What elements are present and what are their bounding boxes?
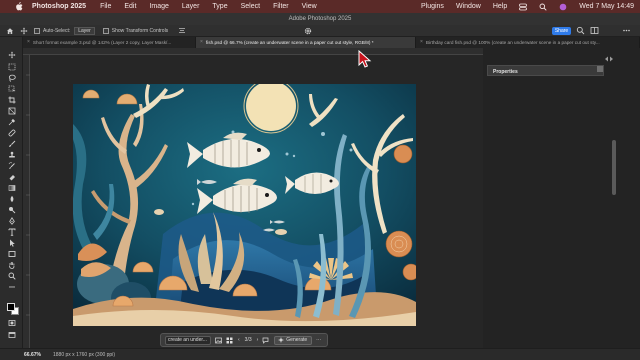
move-tool-icon[interactable]	[20, 27, 28, 35]
status-bar: 66.67% 1880 px x 1760 px (300 ppi)	[0, 348, 640, 360]
align-icon[interactable]	[178, 27, 186, 35]
screen-mode-icon[interactable]	[8, 331, 16, 339]
brush-tool-icon[interactable]	[8, 140, 16, 148]
generate-button[interactable]: Generate	[274, 335, 313, 345]
foreground-color-swatch[interactable]	[7, 303, 15, 311]
pen-tool-icon[interactable]	[8, 217, 16, 225]
menu-image[interactable]: Image	[149, 3, 168, 10]
sparkle-icon	[278, 337, 285, 343]
search-icon[interactable]	[539, 3, 547, 11]
auto-select-dropdown[interactable]: Layer	[74, 26, 95, 35]
mouse-cursor-icon	[358, 50, 372, 68]
right-panel-dock: Properties	[483, 48, 640, 348]
contextual-task-bar: create an under... ‹ 3/3 › Generate ···	[160, 333, 328, 347]
auto-select-label: Auto-Select:	[43, 27, 71, 34]
home-icon[interactable]	[6, 27, 14, 35]
document-info[interactable]: 1880 px x 1760 px (300 ppi)	[53, 352, 115, 358]
auto-select-checkbox[interactable]	[34, 27, 40, 34]
type-tool-icon[interactable]	[8, 228, 16, 236]
variation-counter: 3/3	[244, 337, 252, 343]
healing-brush-tool-icon[interactable]	[8, 129, 16, 137]
search-panel-icon[interactable]	[576, 26, 585, 35]
transform-controls-checkbox[interactable]	[102, 27, 109, 34]
generate-prompt-input[interactable]: create an under...	[165, 335, 211, 345]
close-icon[interactable]: ×	[420, 37, 423, 48]
lasso-tool-icon[interactable]	[8, 74, 16, 82]
menu-view[interactable]: View	[302, 3, 317, 10]
siri-icon[interactable]	[559, 3, 567, 11]
tab-label: Birthday card fish.psd @ 100% (create an…	[425, 40, 600, 45]
window-title: Adobe Photoshop 2025	[0, 13, 640, 25]
tab-label: fish.psd @ 66.7% (create an underwater s…	[205, 40, 374, 45]
menu-window[interactable]: Window	[456, 3, 481, 10]
variations-icon[interactable]	[226, 337, 233, 344]
hand-tool-icon[interactable]	[8, 261, 16, 269]
rectangle-tool-icon[interactable]	[8, 250, 16, 258]
frame-tool-icon[interactable]	[8, 107, 16, 115]
document-canvas-image[interactable]	[73, 84, 416, 326]
dodge-tool-icon[interactable]	[8, 206, 16, 214]
eyedropper-tool-icon[interactable]	[8, 118, 16, 126]
quick-mask-icon[interactable]	[8, 319, 16, 327]
menu-filter[interactable]: Filter	[273, 3, 289, 10]
horizontal-ruler	[23, 48, 483, 61]
macos-menu-bar: Photoshop 2025 File Edit Image Layer Typ…	[0, 0, 640, 13]
close-icon[interactable]: ×	[27, 37, 30, 48]
generate-label: Generate	[286, 336, 308, 343]
app-menu[interactable]: Photoshop 2025	[32, 3, 86, 10]
history-brush-tool-icon[interactable]	[8, 162, 16, 170]
panel-menu-icon[interactable]	[596, 65, 604, 73]
previous-variation-icon[interactable]: ‹	[238, 337, 240, 343]
zoom-level[interactable]: 66.67%	[24, 352, 41, 358]
menu-select[interactable]: Select	[241, 3, 260, 10]
menu-plugins[interactable]: Plugins	[421, 3, 444, 10]
gear-icon[interactable]	[304, 27, 312, 35]
image-reference-icon[interactable]	[215, 337, 222, 344]
tab-short-format-example[interactable]: × Short format example 3.psd @ 142% (Lay…	[23, 37, 196, 48]
more-options-icon[interactable]: ···	[316, 337, 321, 343]
path-selection-tool-icon[interactable]	[8, 239, 16, 247]
move-tool-icon[interactable]	[8, 51, 16, 59]
next-variation-icon[interactable]: ›	[257, 337, 259, 343]
tab-birthday-card-fish[interactable]: × Birthday card fish.psd @ 100% (create …	[416, 37, 640, 48]
more-options-icon[interactable]	[622, 26, 631, 35]
clone-stamp-tool-icon[interactable]	[8, 151, 16, 159]
menu-edit[interactable]: Edit	[124, 3, 136, 10]
photoshop-screen: Photoshop 2025 File Edit Image Layer Typ…	[0, 0, 640, 360]
crop-tool-icon[interactable]	[8, 96, 16, 104]
feedback-icon[interactable]	[262, 337, 269, 344]
tab-fish[interactable]: × fish.psd @ 66.7% (create an underwater…	[196, 37, 416, 48]
properties-panel-tab[interactable]: Properties	[487, 65, 604, 76]
menu-help[interactable]: Help	[493, 3, 507, 10]
more-tools-icon[interactable]	[8, 283, 16, 291]
blur-tool-icon[interactable]	[8, 195, 16, 203]
clock[interactable]: Wed 7 May 14:49	[579, 3, 634, 10]
workspace-icon[interactable]	[590, 26, 599, 35]
tab-label: Short format example 3.psd @ 142% (Layer…	[32, 40, 172, 45]
zoom-tool-icon[interactable]	[8, 272, 16, 280]
share-button[interactable]: Share	[552, 27, 571, 35]
object-selection-tool-icon[interactable]	[8, 85, 16, 93]
panel-controls	[603, 50, 633, 62]
apple-icon[interactable]	[14, 2, 23, 11]
menu-file[interactable]: File	[100, 3, 111, 10]
menu-type[interactable]: Type	[212, 3, 227, 10]
eraser-tool-icon[interactable]	[8, 173, 16, 181]
menu-layer[interactable]: Layer	[182, 3, 200, 10]
control-center-icon[interactable]	[519, 3, 528, 11]
close-icon[interactable]: ×	[200, 37, 203, 48]
transform-controls-label: Show Transform Controls	[111, 27, 169, 34]
tools-panel	[0, 37, 23, 348]
panel-scrollbar[interactable]	[612, 140, 616, 195]
gradient-tool-icon[interactable]	[8, 184, 16, 192]
properties-title: Properties	[493, 69, 518, 75]
document-tab-bar: × Short format example 3.psd @ 142% (Lay…	[23, 37, 640, 48]
marquee-tool-icon[interactable]	[8, 63, 16, 71]
vertical-ruler	[23, 55, 30, 348]
options-bar: Auto-Select: Layer Show Transform Contro…	[0, 25, 640, 37]
